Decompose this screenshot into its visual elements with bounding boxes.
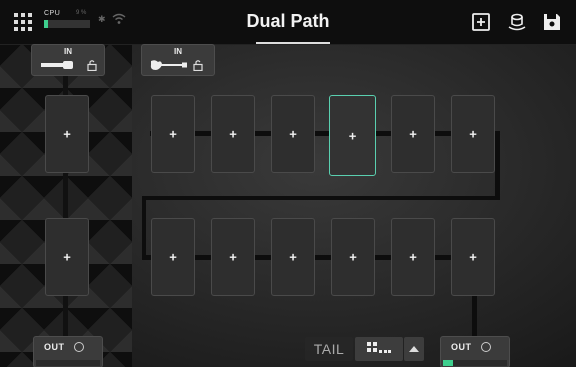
add-block-icon[interactable] [470, 11, 492, 33]
input-mic-block[interactable]: IN [31, 44, 105, 76]
apps-grid-icon[interactable] [14, 13, 32, 31]
bluetooth-icon: ✱ [98, 14, 106, 24]
unlock-icon[interactable] [86, 59, 98, 71]
output-level-meter [36, 360, 100, 366]
cpu-bar [44, 20, 90, 28]
add-block-plus: + [348, 128, 357, 143]
path-a-top-slot-4-selected[interactable]: + [329, 95, 376, 176]
caret-up-icon [409, 346, 419, 352]
cpu-bar-fill [44, 20, 49, 28]
path-a-top-slot-6[interactable]: + [451, 95, 495, 173]
input-label: IN [64, 47, 72, 56]
input-label: IN [174, 47, 182, 56]
path-a-top-slot-3[interactable]: + [271, 95, 315, 173]
output-level-fill [443, 360, 453, 366]
unlock-icon[interactable] [192, 59, 204, 71]
page-title: Dual Path [246, 11, 330, 31]
add-block-plus: + [349, 249, 357, 265]
path-a-top-slot-5[interactable]: + [391, 95, 435, 173]
add-block-plus: + [289, 249, 297, 265]
add-block-plus: + [469, 249, 477, 265]
output-label: OUT [44, 342, 65, 352]
path-a-bottom-slot-3[interactable]: + [271, 218, 315, 296]
path-a-top-cable [150, 131, 496, 136]
cpu-meter: CPU 9 % [44, 10, 90, 34]
add-block-plus: + [289, 126, 297, 142]
microphone-icon [41, 61, 73, 69]
path-b-slot-1[interactable]: + [45, 95, 89, 173]
save-icon[interactable] [541, 11, 563, 33]
add-block-plus: + [409, 126, 417, 142]
path-a-bottom-slot-1[interactable]: + [151, 218, 195, 296]
path-a-bottom-slot-5[interactable]: + [391, 218, 435, 296]
add-block-plus: + [469, 126, 477, 142]
output-indicator-icon [481, 342, 491, 352]
output-level-meter [443, 360, 507, 366]
view-toggle-button[interactable] [355, 337, 403, 361]
cloud-icon[interactable] [506, 11, 528, 33]
path-a-left-cable [142, 196, 146, 258]
output-block-path-a[interactable]: OUT [440, 336, 510, 367]
path-a-bottom-slot-4[interactable]: + [331, 218, 375, 296]
path-a-top-slot-2[interactable]: + [211, 95, 255, 173]
expand-up-button[interactable] [404, 337, 424, 361]
top-bar: CPU 9 % ✱ Dual Path [0, 0, 576, 45]
path-a-cross-cable [142, 196, 500, 200]
output-block-path-b[interactable]: OUT [33, 336, 103, 367]
tail-button[interactable]: TAIL [305, 337, 353, 361]
title-underline [256, 42, 330, 44]
output-label: OUT [451, 342, 472, 352]
cpu-label: CPU [44, 10, 61, 17]
add-block-plus: + [63, 249, 71, 265]
add-block-plus: + [169, 126, 177, 142]
rig-editor-screen: CPU 9 % ✱ Dual Path IN IN + + + + + + + … [0, 0, 576, 367]
path-a-right-return-cable [495, 131, 500, 199]
guitar-icon [150, 60, 187, 70]
add-block-plus: + [229, 249, 237, 265]
wifi-icon [112, 13, 126, 24]
add-block-plus: + [169, 249, 177, 265]
path-b-slot-2[interactable]: + [45, 218, 89, 296]
path-a-bottom-slot-6[interactable]: + [451, 218, 495, 296]
input-guitar-block[interactable]: IN [141, 44, 215, 76]
add-block-plus: + [229, 126, 237, 142]
path-a-top-slot-1[interactable]: + [151, 95, 195, 173]
path-a-bottom-slot-2[interactable]: + [211, 218, 255, 296]
block-view-icon [367, 342, 391, 353]
output-indicator-icon [74, 342, 84, 352]
add-block-plus: + [63, 126, 71, 142]
add-block-plus: + [409, 249, 417, 265]
cpu-percent: 9 % [76, 10, 87, 16]
